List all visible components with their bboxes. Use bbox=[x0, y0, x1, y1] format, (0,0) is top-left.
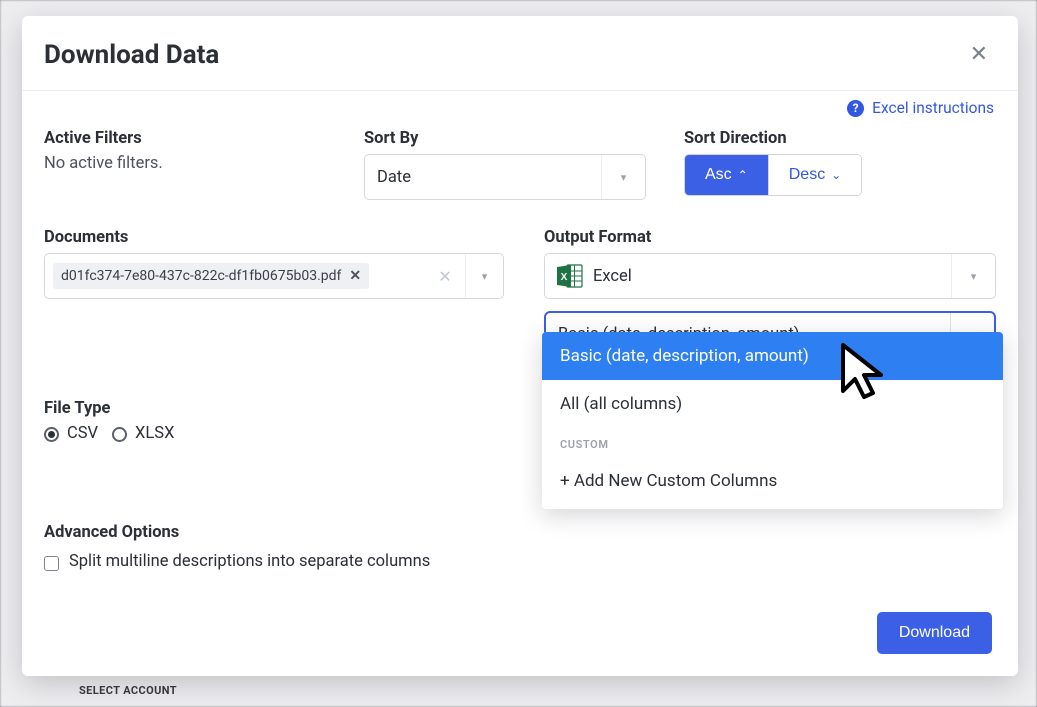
close-icon[interactable]: ✕ bbox=[970, 44, 988, 66]
document-tag: d01fc374-7e80-437c-822c-df1fb0675b03.pdf… bbox=[53, 263, 369, 289]
modal-body: ? Excel instructions Active Filters No a… bbox=[22, 91, 1018, 676]
columns-option-add-custom[interactable]: + Add New Custom Columns bbox=[542, 457, 1003, 505]
sort-by-label: Sort By bbox=[364, 129, 684, 148]
caret-down-icon: ⌄ bbox=[831, 168, 841, 182]
remove-tag-icon[interactable]: ✕ bbox=[349, 268, 361, 284]
output-format-label: Output Format bbox=[544, 228, 996, 247]
columns-option-basic[interactable]: Basic (date, description, amount) bbox=[542, 332, 1003, 380]
help-link-text: Excel instructions bbox=[872, 99, 994, 117]
active-filters-label: Active Filters bbox=[44, 129, 364, 148]
split-multiline-label: Split multiline descriptions into separa… bbox=[69, 552, 430, 571]
documents-label: Documents bbox=[44, 228, 544, 247]
xlsx-radio[interactable] bbox=[112, 427, 127, 442]
excel-instructions-link[interactable]: ? Excel instructions bbox=[847, 99, 994, 117]
xlsx-label: XLSX bbox=[135, 424, 174, 443]
question-circle-icon: ? bbox=[847, 100, 864, 117]
svg-text:X: X bbox=[561, 272, 568, 283]
modal-title: Download Data bbox=[44, 40, 219, 70]
csv-label: CSV bbox=[67, 424, 98, 443]
caret-up-icon: ⌃ bbox=[738, 168, 748, 182]
modal-header: Download Data ✕ bbox=[22, 16, 1018, 91]
clear-all-icon[interactable]: ✕ bbox=[425, 267, 465, 286]
asc-label: Asc bbox=[705, 166, 732, 184]
split-multiline-checkbox[interactable] bbox=[44, 556, 59, 571]
chevron-down-icon: ▾ bbox=[601, 155, 645, 199]
download-data-modal: Download Data ✕ ? Excel instructions Act… bbox=[22, 16, 1018, 676]
csv-radio[interactable] bbox=[44, 427, 59, 442]
chevron-down-icon: ▾ bbox=[465, 254, 503, 298]
excel-icon: X bbox=[557, 264, 583, 288]
sort-direction-label: Sort Direction bbox=[684, 129, 996, 148]
columns-option-all[interactable]: All (all columns) bbox=[542, 380, 1003, 428]
chevron-down-icon: ▾ bbox=[951, 254, 995, 298]
sort-asc-button[interactable]: Asc ⌃ bbox=[685, 155, 768, 195]
sort-by-value: Date bbox=[365, 168, 601, 187]
download-button[interactable]: Download bbox=[877, 612, 992, 654]
sort-desc-button[interactable]: Desc ⌄ bbox=[768, 155, 862, 195]
bg-select-account-text: SELECT ACCOUNT bbox=[79, 684, 177, 697]
output-format-value: Excel bbox=[593, 267, 632, 286]
active-filters-value: No active filters. bbox=[44, 154, 364, 173]
output-format-select[interactable]: X Excel ▾ bbox=[544, 253, 996, 299]
columns-group-custom: CUSTOM bbox=[542, 428, 1003, 457]
advanced-options-label: Advanced Options bbox=[44, 523, 996, 542]
document-tag-label: d01fc374-7e80-437c-822c-df1fb0675b03.pdf bbox=[61, 268, 341, 284]
sort-by-select[interactable]: Date ▾ bbox=[364, 154, 646, 200]
sort-direction-toggle: Asc ⌃ Desc ⌄ bbox=[684, 154, 862, 196]
documents-select[interactable]: d01fc374-7e80-437c-822c-df1fb0675b03.pdf… bbox=[44, 253, 504, 299]
columns-dropdown: Basic (date, description, amount) All (a… bbox=[542, 332, 1003, 509]
desc-label: Desc bbox=[789, 166, 825, 184]
